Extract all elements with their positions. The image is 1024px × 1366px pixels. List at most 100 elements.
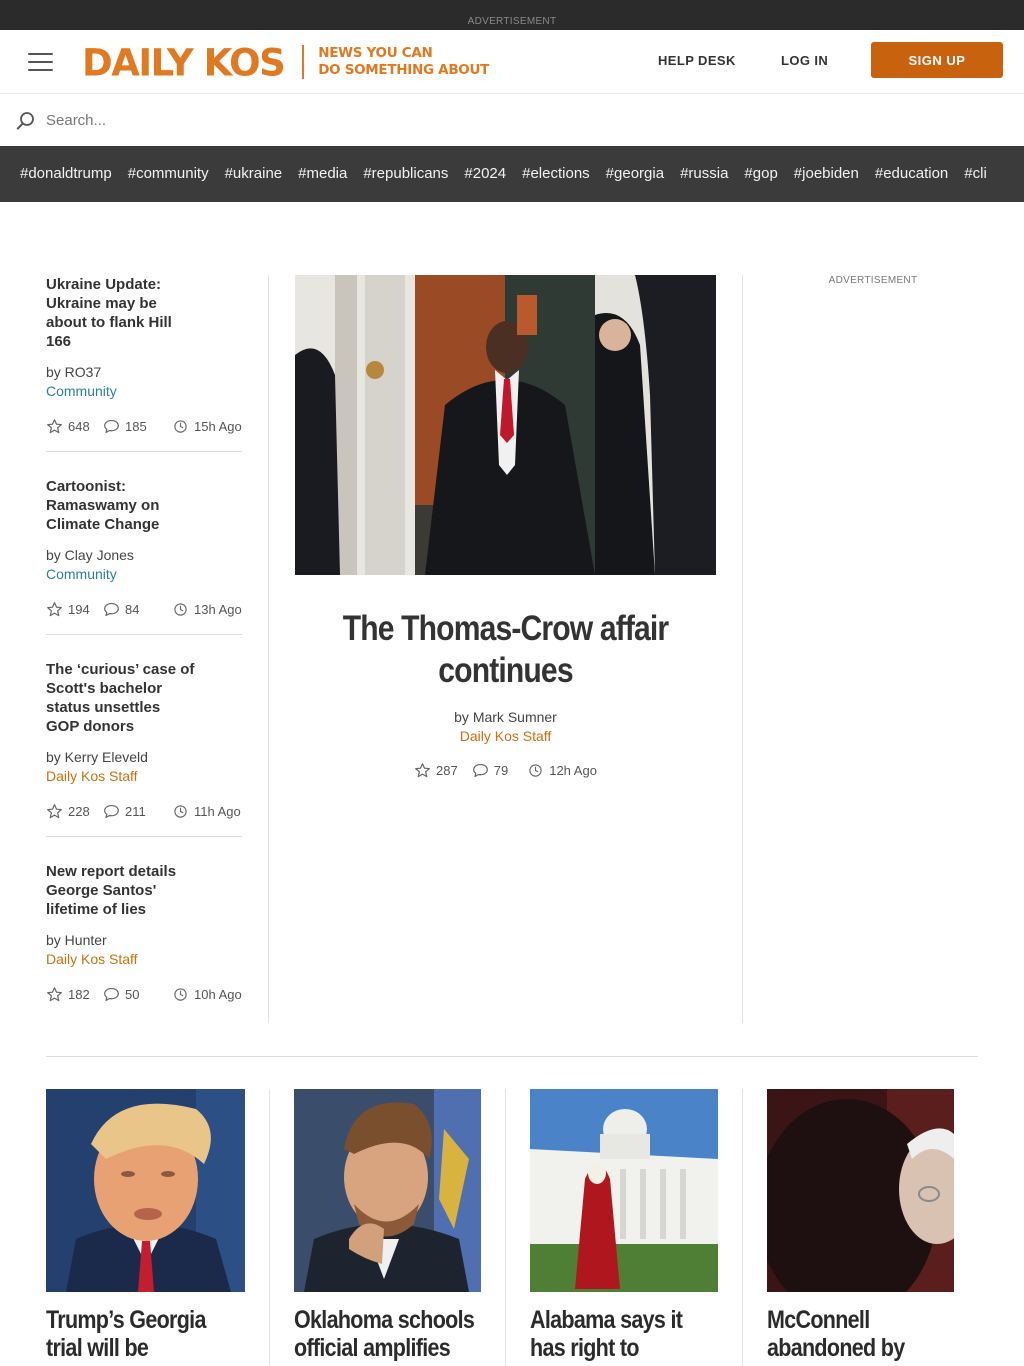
time-value: 10h Ago bbox=[194, 986, 242, 1002]
recommend-value: 194 bbox=[68, 601, 90, 617]
menu-icon[interactable] bbox=[28, 51, 53, 73]
story-card[interactable]: Trump’s Georgia trial will be televised, bbox=[46, 1089, 245, 1366]
column-divider bbox=[742, 275, 743, 1023]
topic-tag[interactable]: #gop bbox=[744, 146, 777, 202]
recommend-count[interactable]: 194 bbox=[46, 601, 103, 618]
search-icon[interactable] bbox=[16, 111, 36, 131]
feature-story-title[interactable]: The Thomas-Crow affair continues bbox=[324, 608, 686, 692]
side-story-byline[interactable]: by Kerry Eleveld bbox=[46, 748, 242, 767]
comment-count[interactable]: 50 bbox=[103, 986, 171, 1003]
side-story-title[interactable]: Cartoonist: Ramaswamy on Climate Change bbox=[46, 477, 196, 534]
feature-story-image[interactable] bbox=[295, 275, 716, 575]
side-story-byline[interactable]: by Clay Jones bbox=[46, 546, 242, 565]
time-value: 12h Ago bbox=[549, 763, 597, 778]
star-icon bbox=[47, 418, 62, 433]
clock-icon bbox=[174, 804, 187, 818]
side-story: New report details George Santos' lifeti… bbox=[46, 862, 242, 1003]
column-divider bbox=[268, 275, 269, 1023]
comment-value: 84 bbox=[125, 601, 140, 617]
story-separator bbox=[46, 634, 242, 635]
recommend-count[interactable]: 228 bbox=[46, 803, 103, 820]
story-card-image[interactable] bbox=[46, 1089, 245, 1292]
topic-tag[interactable]: #media bbox=[298, 146, 347, 202]
topic-tag[interactable]: #joebiden bbox=[794, 146, 859, 202]
story-card-image[interactable] bbox=[767, 1089, 954, 1292]
clock-icon bbox=[174, 602, 187, 616]
side-story-category[interactable]: Daily Kos Staff bbox=[46, 767, 242, 786]
search-input[interactable] bbox=[46, 108, 946, 132]
recommend-value: 228 bbox=[68, 803, 90, 819]
timestamp: 13h Ago bbox=[173, 602, 242, 617]
time-value: 13h Ago bbox=[194, 601, 242, 617]
comment-value: 211 bbox=[125, 803, 146, 819]
side-story: The ‘curious’ case of Scott's bachelor s… bbox=[46, 660, 242, 820]
logo-divider bbox=[302, 45, 305, 79]
side-story: Ukraine Update: Ukraine may be about to … bbox=[46, 275, 242, 435]
comment-count[interactable]: 84 bbox=[103, 601, 171, 618]
feature-category[interactable]: Daily Kos Staff bbox=[295, 727, 716, 746]
comment-count[interactable]: 185 bbox=[103, 418, 171, 435]
comment-count[interactable]: 211 bbox=[103, 803, 171, 820]
side-story-category[interactable]: Community bbox=[46, 382, 242, 401]
story-card-title[interactable]: Oklahoma schools official amplifies bbox=[294, 1306, 481, 1362]
side-advertisement-label: ADVERTISEMENT bbox=[828, 275, 918, 286]
story-card[interactable]: Oklahoma schools official amplifies bbox=[294, 1089, 481, 1362]
time-value: 11h Ago bbox=[194, 803, 241, 819]
feature-byline[interactable]: by Mark Sumner bbox=[295, 708, 716, 727]
story-card-title[interactable]: Trump’s Georgia trial will be televised, bbox=[46, 1306, 245, 1366]
site-header: DAILY KOS NEWS YOU CAN DO SOMETHING ABOU… bbox=[0, 30, 1024, 94]
topic-tag[interactable]: #ukraine bbox=[225, 146, 283, 202]
side-story-byline[interactable]: by RO37 bbox=[46, 363, 242, 382]
side-story: Cartoonist: Ramaswamy on Climate Change b… bbox=[46, 477, 242, 618]
clock-icon bbox=[174, 419, 187, 433]
story-card[interactable]: Alabama says it has right to prosecute bbox=[530, 1089, 718, 1366]
recommend-value: 648 bbox=[68, 418, 90, 434]
topic-tag[interactable]: #education bbox=[875, 146, 948, 202]
topic-tag[interactable]: #2024 bbox=[464, 146, 506, 202]
story-card-title[interactable]: McConnell abandoned by bbox=[767, 1306, 954, 1362]
timestamp: 11h Ago bbox=[173, 804, 241, 819]
topic-tag[interactable]: #community bbox=[128, 146, 209, 202]
story-card[interactable]: McConnell abandoned by bbox=[767, 1089, 954, 1362]
top-ad-bar: ADVERTISEMENT bbox=[0, 0, 1024, 30]
clock-icon bbox=[174, 987, 187, 1001]
side-story-title[interactable]: New report details George Santos' lifeti… bbox=[46, 862, 196, 919]
story-card-image[interactable] bbox=[294, 1089, 481, 1292]
recommend-value: 182 bbox=[68, 986, 90, 1002]
topic-tag[interactable]: #elections bbox=[522, 146, 590, 202]
comment-icon bbox=[104, 987, 119, 1001]
recommend-count[interactable]: 648 bbox=[46, 418, 103, 435]
sign-up-button[interactable]: SIGN UP bbox=[871, 42, 1003, 78]
comment-icon bbox=[104, 602, 119, 616]
comment-count[interactable]: 79 bbox=[472, 762, 508, 779]
side-story-category[interactable]: Community bbox=[46, 565, 242, 584]
topic-tag[interactable]: #donaldtrump bbox=[20, 146, 112, 202]
topic-tag[interactable]: #republicans bbox=[363, 146, 448, 202]
story-separator bbox=[46, 836, 242, 837]
topic-tag[interactable]: #russia bbox=[680, 146, 728, 202]
side-story-title[interactable]: Ukraine Update: Ukraine may be about to … bbox=[46, 275, 196, 351]
star-icon bbox=[47, 986, 62, 1001]
side-story-title[interactable]: The ‘curious’ case of Scott's bachelor s… bbox=[46, 660, 196, 736]
story-card-image[interactable] bbox=[530, 1089, 718, 1292]
timestamp: 10h Ago bbox=[173, 987, 242, 1002]
story-separator bbox=[46, 451, 242, 452]
search-bar bbox=[0, 94, 1024, 146]
help-desk-link[interactable]: HELP DESK bbox=[658, 53, 736, 68]
tagline-line-1: NEWS YOU CAN bbox=[318, 45, 433, 61]
story-card-title[interactable]: Alabama says it has right to prosecute bbox=[530, 1306, 718, 1366]
topic-tag[interactable]: #georgia bbox=[606, 146, 664, 202]
side-story-category[interactable]: Daily Kos Staff bbox=[46, 950, 242, 969]
recommend-count[interactable]: 182 bbox=[46, 986, 103, 1003]
side-story-meta: 228 211 11h Ago bbox=[46, 802, 242, 820]
star-icon bbox=[47, 601, 62, 616]
site-logo[interactable]: DAILY KOS NEWS YOU CAN DO SOMETHING ABOU… bbox=[82, 42, 489, 82]
side-story-byline[interactable]: by Hunter bbox=[46, 931, 242, 950]
section-divider bbox=[46, 1056, 978, 1057]
log-in-link[interactable]: LOG IN bbox=[781, 53, 828, 68]
clock-icon bbox=[529, 764, 542, 777]
recommend-count[interactable]: 287 bbox=[414, 762, 458, 779]
topic-tag[interactable]: #cli bbox=[964, 146, 987, 202]
comment-icon bbox=[472, 763, 488, 778]
side-story-meta: 194 84 13h Ago bbox=[46, 600, 242, 618]
